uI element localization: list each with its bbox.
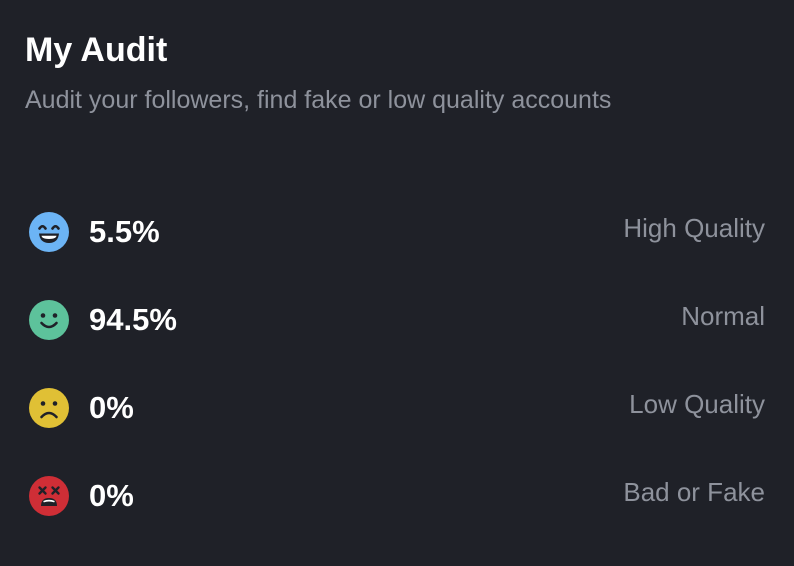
audit-list: 5.5% High Quality 94.5% Normal 0% Low Qu… (0, 188, 794, 540)
audit-card: My Audit Audit your followers, find fake… (0, 0, 794, 566)
audit-row-high-quality: 5.5% High Quality (0, 188, 794, 276)
smiling-face-icon (29, 300, 69, 340)
bad-or-fake-label: Bad or Fake (623, 477, 765, 507)
high-quality-percent: 5.5% (89, 214, 160, 249)
audit-row-low-quality: 0% Low Quality (0, 364, 794, 452)
grinning-face-icon (29, 212, 69, 252)
high-quality-label: High Quality (623, 213, 765, 243)
frowning-face-icon (29, 388, 69, 428)
dizzy-face-icon (29, 476, 69, 516)
page-subtitle: Audit your followers, find fake or low q… (25, 86, 612, 114)
normal-percent: 94.5% (89, 302, 177, 337)
audit-row-bad-or-fake: 0% Bad or Fake (0, 452, 794, 540)
low-quality-label: Low Quality (629, 389, 765, 419)
audit-row-normal: 94.5% Normal (0, 276, 794, 364)
bad-or-fake-percent: 0% (89, 478, 134, 513)
low-quality-percent: 0% (89, 390, 134, 425)
normal-label: Normal (681, 301, 765, 331)
page-title: My Audit (25, 31, 168, 69)
